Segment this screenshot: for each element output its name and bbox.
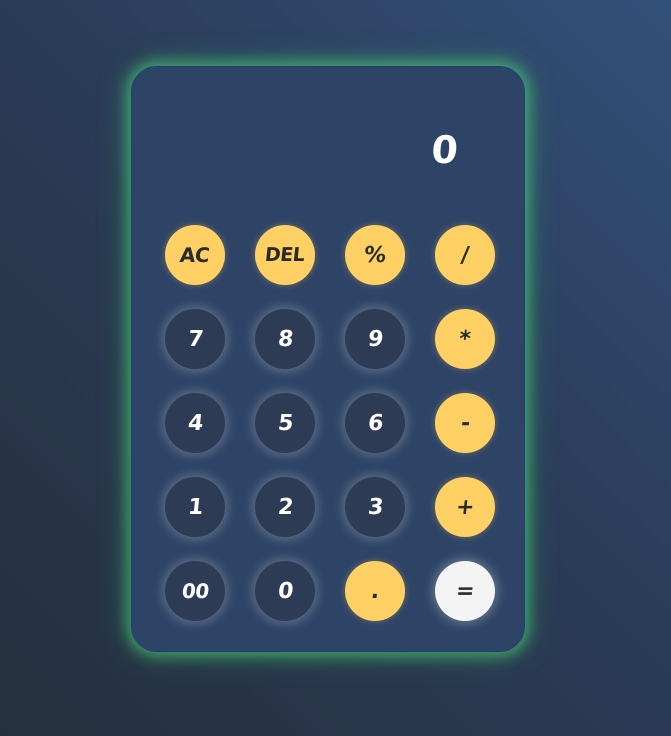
digit-4-label: 4 <box>186 410 204 436</box>
digit-9-button[interactable]: 9 <box>345 309 405 369</box>
all-clear-label: AC <box>179 243 211 267</box>
digit-6-label: 6 <box>366 410 384 436</box>
all-clear-button[interactable]: AC <box>165 225 225 285</box>
subtract-button[interactable]: - <box>435 393 495 453</box>
equals-label: = <box>454 578 476 604</box>
digit-5-button[interactable]: 5 <box>255 393 315 453</box>
decimal-button[interactable]: . <box>345 561 405 621</box>
digit-7-label: 7 <box>186 326 204 352</box>
digit-5-label: 5 <box>276 410 294 436</box>
keypad: AC DEL % / 7 8 9 * 4 5 6 - 1 2 3 + 00 0 … <box>165 225 495 621</box>
digit-9-label: 9 <box>366 326 384 352</box>
digit-3-button[interactable]: 3 <box>345 477 405 537</box>
delete-label: DEL <box>264 244 306 266</box>
digit-3-label: 3 <box>366 494 384 520</box>
subtract-label: - <box>459 410 471 436</box>
digit-1-label: 1 <box>186 494 204 520</box>
divide-button[interactable]: / <box>435 225 495 285</box>
percent-label: % <box>362 242 388 268</box>
digit-0-label: 0 <box>276 578 294 604</box>
equals-button[interactable]: = <box>435 561 495 621</box>
delete-button[interactable]: DEL <box>255 225 315 285</box>
digit-6-button[interactable]: 6 <box>345 393 405 453</box>
double-zero-label: 00 <box>180 579 210 603</box>
digit-8-button[interactable]: 8 <box>255 309 315 369</box>
divide-label: / <box>459 242 471 268</box>
double-zero-button[interactable]: 00 <box>165 561 225 621</box>
percent-button[interactable]: % <box>345 225 405 285</box>
calculator-display: 0 <box>430 128 460 172</box>
multiply-label: * <box>458 326 472 352</box>
add-button[interactable]: + <box>435 477 495 537</box>
digit-1-button[interactable]: 1 <box>165 477 225 537</box>
digit-2-button[interactable]: 2 <box>255 477 315 537</box>
digit-7-button[interactable]: 7 <box>165 309 225 369</box>
multiply-button[interactable]: * <box>435 309 495 369</box>
digit-4-button[interactable]: 4 <box>165 393 225 453</box>
decimal-label: . <box>369 578 381 604</box>
add-label: + <box>454 494 476 520</box>
calculator-panel: 0 AC DEL % / 7 8 9 * 4 5 6 - 1 2 3 + 00 … <box>131 66 525 652</box>
digit-8-label: 8 <box>276 326 294 352</box>
digit-0-button[interactable]: 0 <box>255 561 315 621</box>
digit-2-label: 2 <box>276 494 294 520</box>
